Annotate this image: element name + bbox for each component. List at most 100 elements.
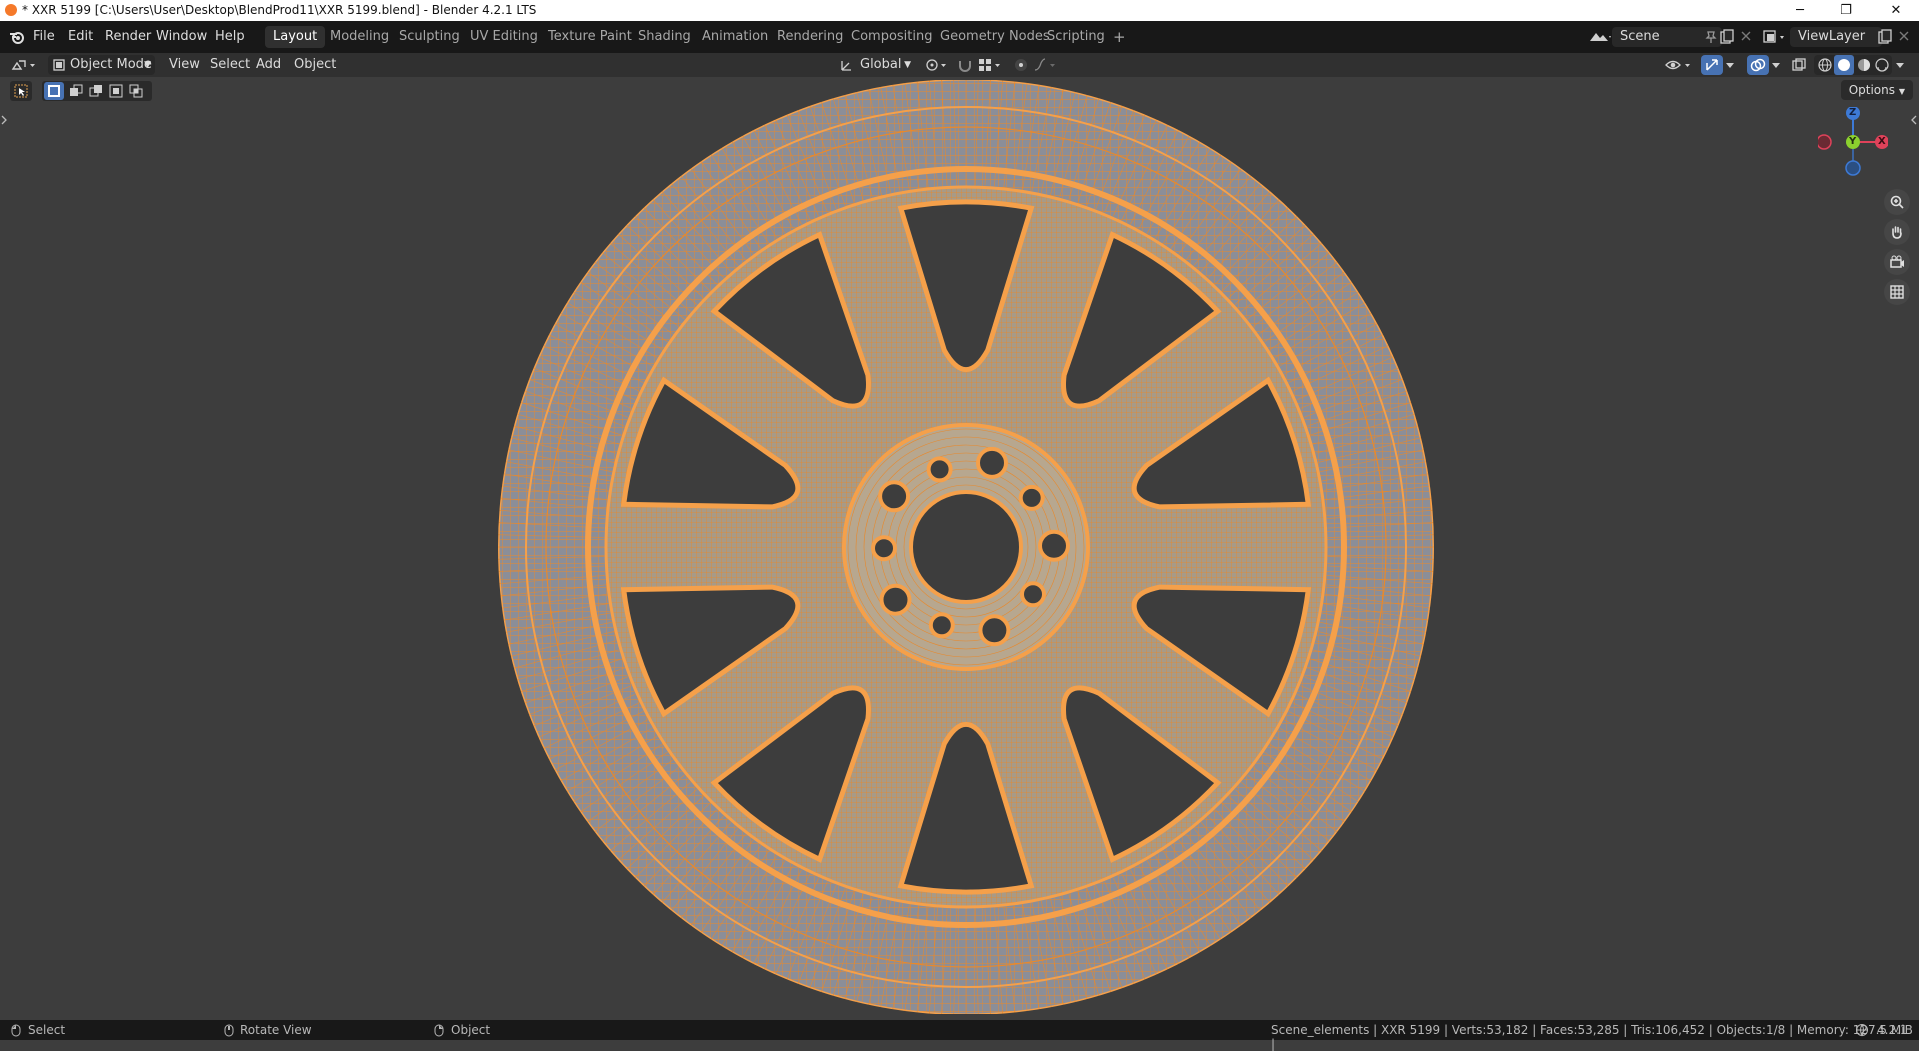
gizmo-icon (1706, 59, 1718, 71)
blender-logo-icon[interactable] (9, 29, 25, 45)
wireframe-shading-icon[interactable] (1818, 58, 1832, 72)
gizmo-toggle-button[interactable] (1701, 55, 1723, 75)
zoom-button[interactable] (1884, 189, 1910, 215)
viewport-header: Object Mode ▼ View Select Add Object Glo… (0, 53, 1919, 77)
chevron-down-icon: ▼ (144, 60, 151, 70)
window-title: * XXR 5199 [C:\Users\User\Desktop\BlendP… (22, 3, 537, 17)
window-titlebar: * XXR 5199 [C:\Users\User\Desktop\BlendP… (0, 0, 1919, 21)
object-mode-icon (53, 59, 65, 71)
sidebar-toggle-icon[interactable] (1911, 115, 1917, 125)
select-tool-button[interactable] (10, 81, 32, 101)
options-button[interactable]: Options ▼ (1840, 80, 1913, 100)
chevron-down-icon[interactable] (1771, 60, 1781, 70)
scene-statistics: Scene_elements | XXR 5199 | Verts:53,182… (1271, 1023, 1913, 1051)
mouse-middle-icon (224, 1024, 234, 1037)
tab-modeling[interactable]: Modeling (322, 26, 397, 48)
status-bar: Select Rotate View Object Scene_elements… (0, 1020, 1919, 1051)
camera-icon (1890, 255, 1904, 268)
view-layer-icon[interactable] (1762, 29, 1788, 45)
gizmo-x-label: X (1878, 136, 1886, 147)
cursor-select-icon (14, 84, 28, 98)
minimize-button[interactable]: ─ (1777, 0, 1823, 21)
chevron-down-icon: ▼ (1898, 87, 1905, 96)
xray-icon[interactable] (1791, 57, 1807, 73)
pan-button[interactable] (1884, 219, 1910, 245)
tab-compositing[interactable]: Compositing (843, 26, 941, 48)
tab-texture-paint[interactable]: Texture Paint (540, 26, 640, 48)
mouse-left-icon (11, 1024, 21, 1037)
maximize-button[interactable]: ❐ (1823, 0, 1869, 21)
network-icon (1856, 1024, 1868, 1037)
snap-target-icon[interactable] (977, 57, 1003, 73)
menu-window[interactable]: Window (156, 29, 207, 44)
grid-icon (1890, 285, 1904, 299)
chevron-down-icon[interactable] (1725, 60, 1735, 70)
visibility-icon[interactable] (1665, 57, 1693, 73)
tab-scripting[interactable]: Scripting (1039, 26, 1113, 48)
zoom-icon (1890, 195, 1904, 209)
tab-layout[interactable]: Layout (265, 26, 326, 48)
new-view-layer-icon[interactable] (1877, 29, 1893, 45)
orientation-icon (841, 61, 851, 71)
status-rotate-view: Rotate View (240, 1023, 312, 1037)
gizmo-y-label: Y (1849, 136, 1857, 147)
perspective-toggle-button[interactable] (1884, 279, 1910, 305)
select-extend-icon[interactable] (69, 84, 83, 98)
snap-icon[interactable] (957, 57, 973, 73)
menu-view[interactable]: View (169, 57, 200, 72)
wheel-body (496, 80, 1436, 1014)
close-button[interactable]: ✕ (1873, 0, 1919, 21)
selection-mode-group (42, 81, 152, 101)
blender-logo-icon (5, 4, 17, 16)
menu-select[interactable]: Select (210, 57, 250, 72)
status-select: Select (28, 1023, 66, 1037)
material-preview-icon[interactable] (1857, 58, 1871, 72)
selection-mode-set[interactable] (44, 82, 64, 100)
rendered-shading-icon[interactable] (1875, 58, 1889, 72)
pivot-point-icon[interactable] (924, 57, 950, 73)
top-bar: File Edit Render Window Help Layout Mode… (0, 21, 1919, 53)
falloff-icon[interactable] (1033, 57, 1059, 73)
chevron-down-icon[interactable] (1895, 60, 1905, 70)
solid-shading-button[interactable] (1834, 55, 1854, 75)
shading-mode-group (1814, 55, 1892, 75)
scene-field[interactable]: Scene (1612, 27, 1722, 47)
overlays-toggle-button[interactable] (1747, 55, 1769, 75)
tab-rendering[interactable]: Rendering (769, 26, 851, 48)
select-subtract-icon[interactable] (89, 84, 103, 98)
remove-scene-icon[interactable] (1740, 30, 1752, 42)
view-layer-field[interactable]: ViewLayer (1790, 27, 1882, 47)
transform-orientation-dropdown[interactable]: Global ▼ (838, 55, 915, 75)
tab-sculpting[interactable]: Sculpting (391, 26, 468, 48)
select-set-icon (48, 85, 60, 97)
menu-help[interactable]: Help (215, 29, 245, 44)
tab-uv-editing[interactable]: UV Editing (462, 26, 546, 48)
toolbar-toggle-icon[interactable] (1, 115, 7, 125)
tab-animation[interactable]: Animation (694, 26, 776, 48)
3d-viewport[interactable]: Options ▼ Z Y X (0, 77, 1919, 1020)
new-scene-icon[interactable] (1719, 29, 1735, 45)
select-invert-icon[interactable] (109, 84, 123, 98)
scene-icon[interactable] (1588, 29, 1612, 45)
proportional-edit-icon[interactable] (1013, 57, 1029, 73)
menu-file[interactable]: File (33, 29, 55, 44)
menu-edit[interactable]: Edit (68, 29, 93, 44)
add-workspace-button[interactable]: + (1105, 26, 1134, 48)
hand-icon (1892, 226, 1902, 239)
menu-add[interactable]: Add (256, 57, 281, 72)
view-layer-name: ViewLayer (1798, 29, 1866, 44)
object-mode-dropdown[interactable]: Object Mode ▼ (48, 55, 155, 75)
navigation-gizmo[interactable]: Z Y X (1816, 106, 1889, 177)
overlays-icon (1750, 58, 1766, 72)
menu-render[interactable]: Render (105, 29, 151, 44)
select-intersect-icon[interactable] (129, 84, 143, 98)
tab-shading[interactable]: Shading (630, 26, 699, 48)
camera-view-button[interactable] (1884, 249, 1910, 275)
object-mode-label: Object Mode (70, 57, 152, 72)
remove-view-layer-icon[interactable] (1898, 30, 1910, 42)
pin-icon[interactable] (1704, 30, 1718, 44)
menu-object[interactable]: Object (294, 57, 336, 72)
options-label: Options (1848, 83, 1896, 97)
editor-type-icon[interactable] (10, 57, 38, 73)
wheel-model[interactable] (494, 80, 1438, 1014)
